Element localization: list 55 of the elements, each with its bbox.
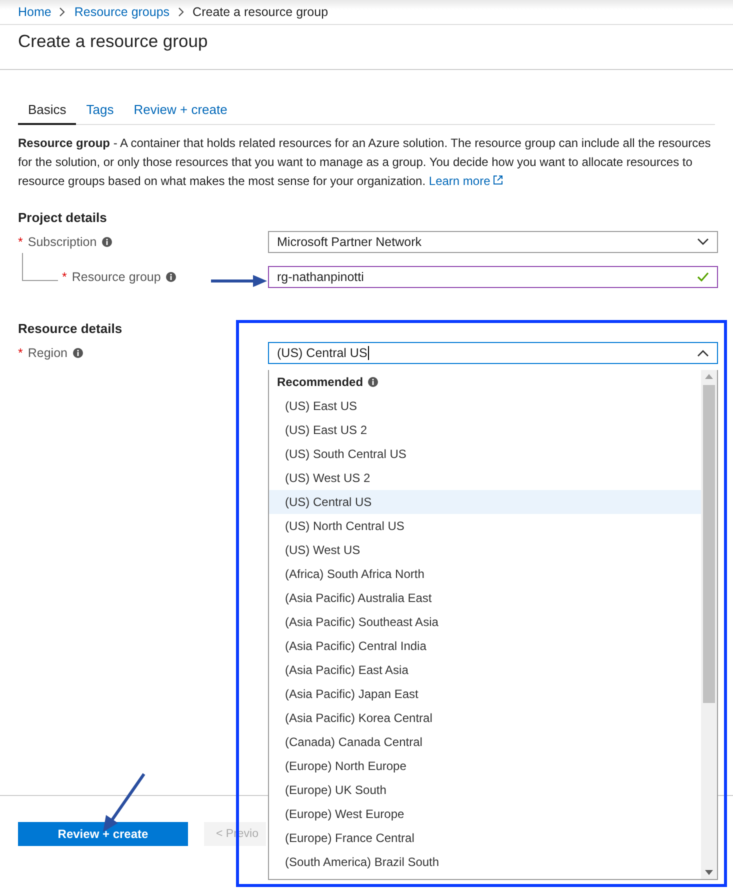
required-asterisk: * — [62, 270, 67, 284]
region-option[interactable]: (Europe) UK South — [269, 778, 701, 802]
group-label: Recommended — [277, 375, 364, 389]
required-asterisk: * — [18, 346, 23, 360]
region-option[interactable]: (US) West US 2 — [269, 466, 701, 490]
region-option[interactable]: (US) North Central US — [269, 514, 701, 538]
tab[interactable]: Tags — [76, 97, 124, 125]
required-asterisk: * — [18, 235, 23, 249]
region-option[interactable]: (Asia Pacific) Southeast Asia — [269, 610, 701, 634]
external-link-icon[interactable] — [493, 175, 504, 185]
region-option[interactable]: (Asia Pacific) Japan East — [269, 682, 701, 706]
subscription-dropdown[interactable]: Microsoft Partner Network — [268, 231, 718, 253]
region-option[interactable]: (Asia Pacific) Australia East — [269, 586, 701, 610]
current-page-label: Create a resource group — [192, 5, 328, 19]
region-option[interactable]: (US) South Central US — [269, 442, 701, 466]
field-label: Subscription — [28, 235, 97, 249]
region-option[interactable]: (Asia Pacific) Central India — [269, 634, 701, 658]
region-option[interactable]: (US) West US — [269, 538, 701, 562]
scroll-down-icon[interactable] — [705, 870, 713, 875]
field-label: Resource group — [72, 270, 161, 284]
scrollbar[interactable] — [701, 370, 717, 879]
region-option[interactable]: (Europe) France Central — [269, 826, 701, 850]
field-label: Region — [28, 346, 68, 360]
breadcrumb-link[interactable]: Resource groups — [74, 5, 170, 19]
region-option[interactable]: (South America) Brazil South — [269, 850, 701, 874]
region-option[interactable]: (Asia Pacific) Korea Central — [269, 706, 701, 730]
region-option[interactable]: (Africa) South Africa North — [269, 562, 701, 586]
page-title: Create a resource group — [18, 31, 209, 53]
chevron-icon — [178, 7, 185, 17]
info-icon[interactable] — [72, 348, 82, 358]
region-dropdown[interactable]: (US) Central US — [268, 342, 718, 364]
chevron-icon — [59, 7, 66, 17]
region-option[interactable]: (US) East US 2 — [269, 418, 701, 442]
pointer-arrow — [211, 275, 267, 287]
tree-connector — [22, 253, 58, 281]
chevron-icon — [697, 349, 709, 357]
resource-group-input[interactable]: rg-nathanpinotti — [268, 266, 718, 288]
region-option[interactable]: (Europe) North Europe — [269, 754, 701, 778]
region-option[interactable]: (US) East US — [269, 394, 701, 418]
description-text: Resource group - A container that holds related resources for an Azure solution. The resource group can include all the resources for the solution, or only those resources that you want to manage as a group. You decide how you want to allocate resources to resource groups based on what makes the most sense for your organization. Learn more — [18, 135, 712, 190]
section-heading: Resource details — [18, 321, 124, 337]
region-option[interactable]: (US) Central US — [269, 490, 701, 514]
info-icon[interactable] — [166, 272, 176, 282]
tab[interactable]: Review + create — [124, 97, 238, 125]
info-icon[interactable] — [368, 377, 378, 387]
learn-more-link[interactable]: Learn more — [428, 174, 504, 188]
section-heading: Project details — [18, 210, 108, 226]
breadcrumb-link[interactable]: Home — [18, 5, 52, 19]
info-icon[interactable] — [102, 237, 112, 247]
region-option[interactable]: (Europe) West Europe — [269, 802, 701, 826]
region-option[interactable]: (Canada) Canada Central — [269, 730, 701, 754]
chevron-down-icon — [697, 238, 709, 246]
region-option[interactable]: (Asia Pacific) East Asia — [269, 658, 701, 682]
tab[interactable]: Basics — [18, 97, 76, 125]
review-create-button[interactable]: Review + create — [18, 822, 188, 846]
